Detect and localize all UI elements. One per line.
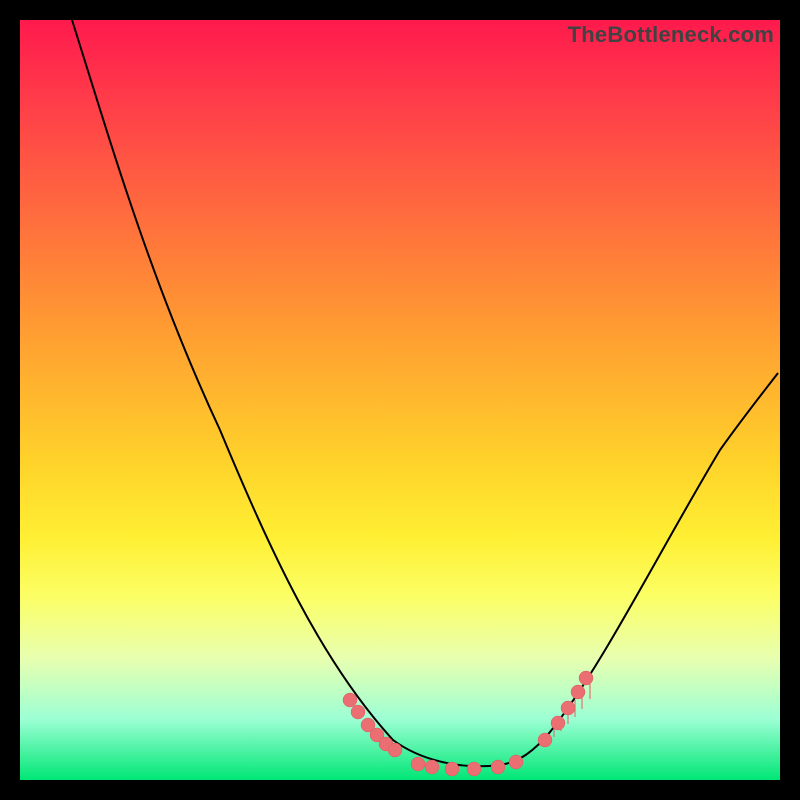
chart-frame: TheBottleneck.com: [20, 20, 780, 780]
marker-cluster-left: [343, 693, 402, 757]
chart-overlay: [20, 20, 780, 780]
bottleneck-curve: [72, 20, 778, 766]
marker-cluster-right: [538, 671, 593, 747]
